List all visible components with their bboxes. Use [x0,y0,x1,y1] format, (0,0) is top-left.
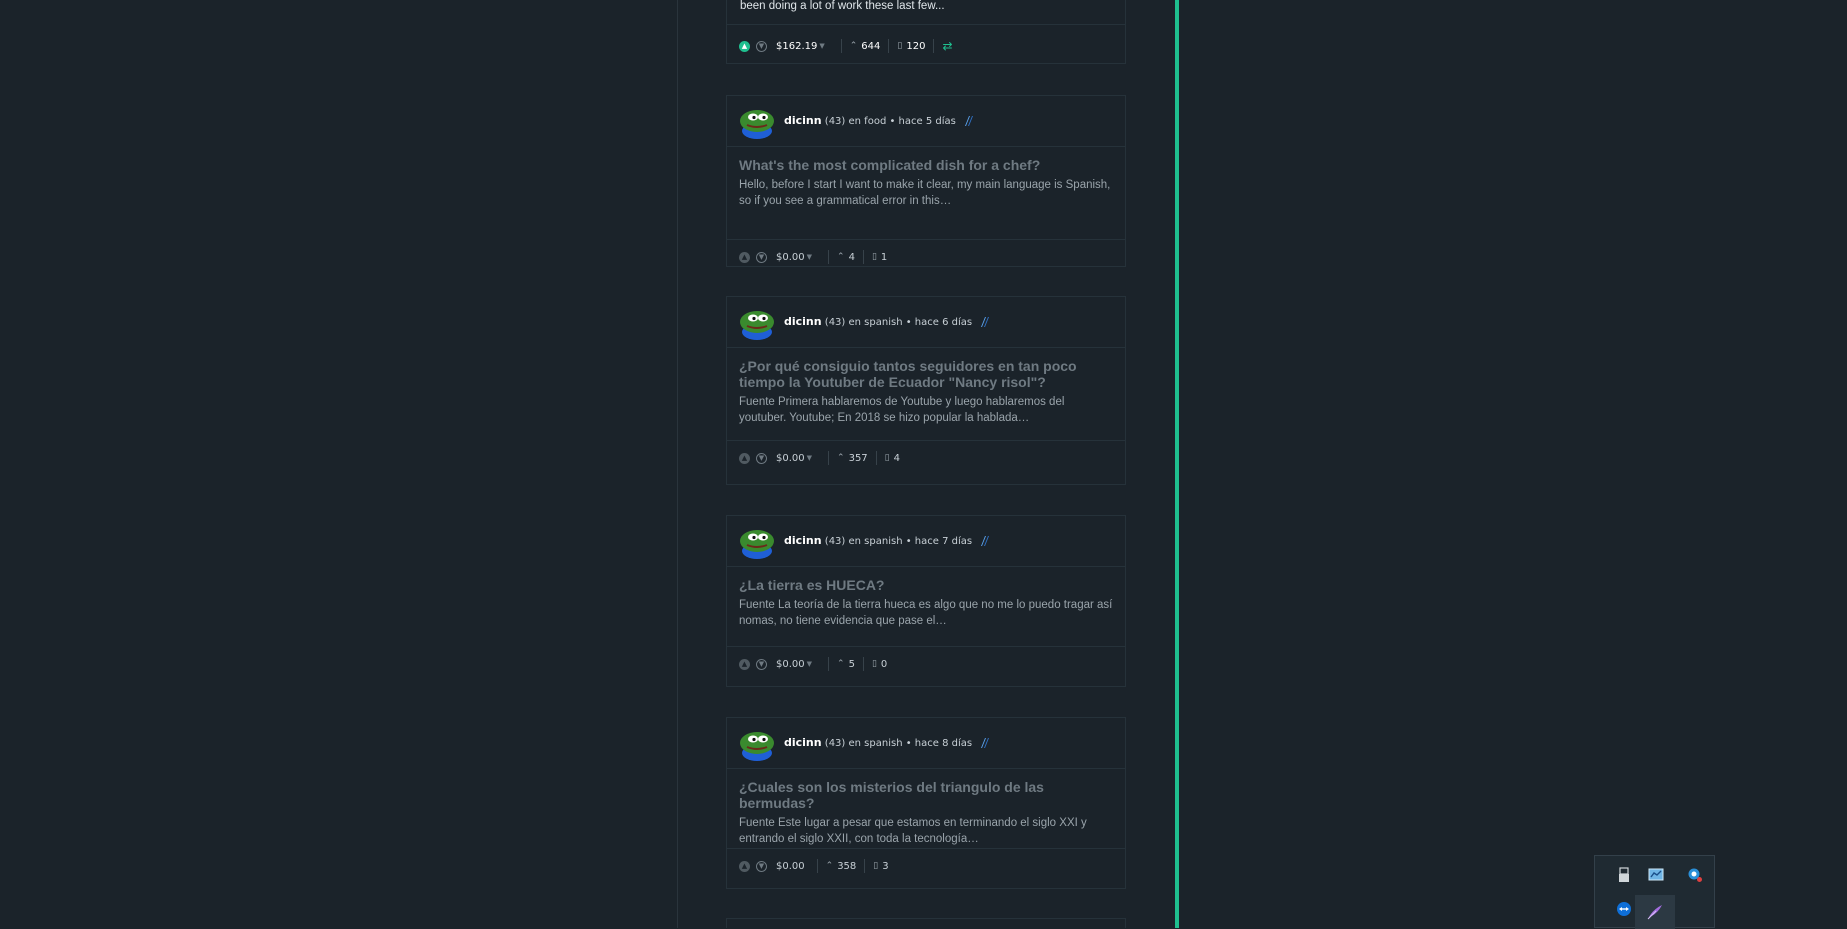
comments-icon: ▯ [884,453,890,463]
upvote-button[interactable]: ▲ [739,860,750,872]
teamviewer-icon[interactable] [1611,896,1637,922]
divider [828,657,830,671]
avatar[interactable] [739,527,775,559]
network-monitor-icon[interactable] [1643,862,1669,888]
divider [875,451,877,465]
votes-icon: ⌃ [825,861,834,871]
downvote-button[interactable]: ▼ [756,860,767,872]
post-title[interactable]: ¿Por qué consiguio tantos seguidores en … [739,358,1113,390]
post-card: dicinn (43) en spanish • hace 8 días ¿Cu… [726,717,1126,889]
downvote-button[interactable]: ▼ [756,40,767,52]
divider [816,859,818,873]
vote-count[interactable]: 4 [849,252,855,263]
post-card: dicinn (43) en food • hace 5 días What's… [726,95,1126,267]
avatar[interactable] [739,107,775,139]
post-meta[interactable]: en spanish • hace 6 días [849,317,973,328]
divider [862,250,864,264]
downvote-button[interactable]: ▼ [756,251,767,263]
post-meta[interactable]: en spanish • hace 7 días [849,536,973,547]
post-card [726,918,1126,928]
upvote-button[interactable]: ▲ [739,251,750,263]
hive-icon [981,317,990,327]
comment-count[interactable]: 1 [881,252,887,263]
payout-value[interactable]: $162.19 [776,41,817,52]
divider [933,39,935,53]
search-app-icon[interactable] [1682,862,1708,888]
post-title[interactable]: ¿Cuales son los misterios del triangulo … [739,779,1113,811]
post-card: been doing a lot of work these last few.… [726,0,1126,64]
payout-value[interactable]: $0.00 [776,659,805,670]
hive-icon [965,116,974,126]
divider [888,39,890,53]
post-title[interactable]: ¿La tierra es HUECA? [739,577,1113,593]
author-reputation: (43) [824,116,846,127]
post-excerpt[interactable]: Hello, before I start I want to make it … [739,177,1113,209]
comment-count[interactable]: 4 [894,453,900,464]
downvote-button[interactable]: ▼ [756,658,767,670]
vote-count[interactable]: 644 [861,41,880,52]
divider [828,250,830,264]
comments-icon: ▯ [871,252,877,262]
upvote-button[interactable]: ▲ [739,40,750,52]
author-name[interactable]: dicinn [784,315,822,328]
post-excerpt[interactable]: Fuente La teoría de la tierra hueca es a… [739,597,1113,629]
author-reputation: (43) [824,317,846,328]
system-tray-overflow [1594,855,1715,929]
comments-icon: ▯ [897,41,903,51]
post-card: dicinn (43) en spanish • hace 6 días ¿Po… [726,296,1126,485]
comment-count[interactable]: 120 [906,41,925,52]
payout-dropdown-icon[interactable]: ▼ [807,454,812,462]
divider [840,39,842,53]
avatar[interactable] [739,308,775,340]
author-name[interactable]: dicinn [784,114,822,127]
comments-icon: ▯ [873,861,879,871]
comments-icon: ▯ [871,659,877,669]
upvote-button[interactable]: ▲ [739,452,750,464]
author-line: dicinn (43) en spanish • hace 7 días [784,534,991,547]
author-line: dicinn (43) en food • hace 5 días [784,114,975,127]
votes-icon: ⌃ [837,659,845,669]
reblog-icon[interactable]: ⇄ [942,39,952,53]
payout-dropdown-icon[interactable]: ▼ [819,42,824,50]
author-reputation: (43) [824,536,846,547]
vote-count[interactable]: 357 [849,453,868,464]
post-meta[interactable]: en food • hace 5 días [849,116,956,127]
payout-value[interactable]: $0.00 [776,252,805,263]
post-excerpt[interactable]: Fuente Primera hablaremos de Youtube y l… [739,394,1113,426]
accent-divider [1175,0,1179,928]
comment-count[interactable]: 0 [881,659,887,670]
payout-dropdown-icon[interactable]: ▼ [807,660,812,668]
divider [862,657,864,671]
feather-app-icon[interactable] [1635,895,1675,929]
payout-value[interactable]: $0.00 [776,861,805,872]
post-excerpt[interactable]: been doing a lot of work these last few.… [740,0,945,14]
divider [864,859,866,873]
divider [828,451,830,465]
comment-count[interactable]: 3 [882,861,888,872]
author-line: dicinn (43) en spanish • hace 6 días [784,315,991,328]
votes-icon: ⌃ [849,41,858,51]
post-meta[interactable]: en spanish • hace 8 días [849,738,973,749]
votes-icon: ⌃ [837,252,845,262]
hive-icon [981,738,990,748]
upvote-button[interactable]: ▲ [739,658,750,670]
hive-icon [981,536,990,546]
post-excerpt[interactable]: Fuente Este lugar a pesar que estamos en… [739,815,1113,847]
post-title[interactable]: What's the most complicated dish for a c… [739,157,1113,173]
author-reputation: (43) [824,738,846,749]
vote-count[interactable]: 5 [849,659,855,670]
feed-column-border [677,0,678,928]
payout-value[interactable]: $0.00 [776,453,805,464]
author-name[interactable]: dicinn [784,534,822,547]
payout-dropdown-icon[interactable]: ▼ [807,253,812,261]
votes-icon: ⌃ [837,453,845,463]
usb-drive-icon[interactable] [1611,862,1637,888]
vote-count[interactable]: 358 [837,861,856,872]
post-card: dicinn (43) en spanish • hace 7 días ¿La… [726,515,1126,687]
author-name[interactable]: dicinn [784,736,822,749]
author-line: dicinn (43) en spanish • hace 8 días [784,736,991,749]
downvote-button[interactable]: ▼ [756,452,767,464]
avatar[interactable] [739,729,775,761]
